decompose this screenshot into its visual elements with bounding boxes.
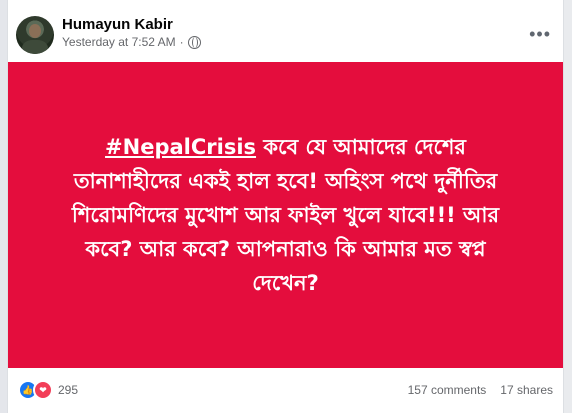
author-name[interactable]: Humayun Kabir (62, 16, 173, 33)
reaction-count: 295 (58, 383, 79, 397)
more-options-icon[interactable]: ••• (529, 24, 551, 45)
post-card: Humayun Kabir Yesterday at 7:52 AM · •••… (7, 0, 564, 413)
post-header: Humayun Kabir Yesterday at 7:52 AM · ••• (8, 0, 563, 62)
hashtag-link[interactable]: #NepalCrisis (105, 135, 256, 159)
post-meta: Yesterday at 7:52 AM · (62, 35, 201, 49)
post-timestamp[interactable]: Yesterday at 7:52 AM (62, 35, 176, 49)
post-text: #NepalCrisis কবে যে আমাদের দেশের তানাশাহ… (51, 130, 521, 300)
comments-count-link[interactable]: 157 comments (408, 383, 487, 397)
engagement-bar: 👍 ❤ 295 157 comments 17 shares (8, 370, 563, 410)
avatar-body (22, 40, 48, 54)
left-page-strip (0, 0, 7, 413)
avatar-face (29, 24, 41, 38)
author-avatar[interactable] (16, 16, 54, 54)
shares-count-link[interactable]: 17 shares (500, 383, 553, 397)
globe-icon (187, 35, 201, 49)
post-background-banner: #NepalCrisis কবে যে আমাদের দেশের তানাশাহ… (8, 62, 563, 368)
love-reaction-icon: ❤ (33, 380, 53, 400)
reaction-summary[interactable]: 👍 ❤ 295 (18, 380, 78, 400)
meta-separator: · (179, 35, 184, 49)
